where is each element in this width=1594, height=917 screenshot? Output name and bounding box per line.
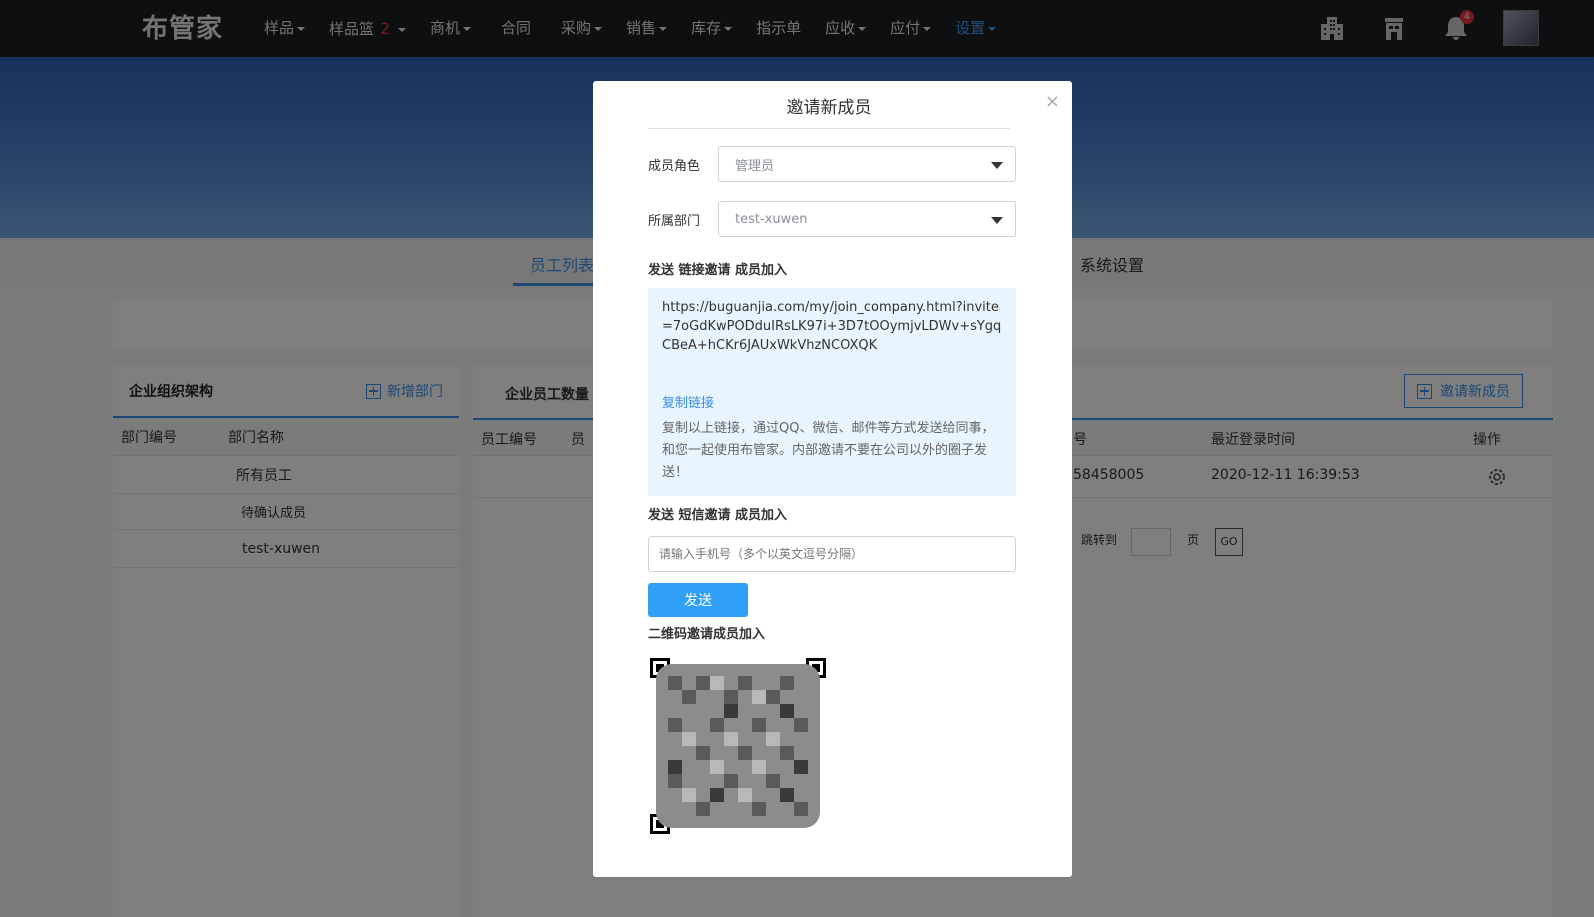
role-row: 成员角色 管理员 bbox=[648, 146, 1016, 182]
invite-link-box: https://buguanjia.com/my/join_company.ht… bbox=[648, 288, 1016, 496]
phone-number-input[interactable] bbox=[648, 536, 1016, 572]
role-select[interactable]: 管理员 bbox=[718, 146, 1016, 182]
department-select[interactable]: test-xuwen bbox=[718, 201, 1016, 237]
sms-invite-heading: 发送 短信邀请 成员加入 bbox=[648, 508, 788, 523]
caret-down-icon bbox=[991, 162, 1003, 169]
caret-down-icon bbox=[991, 217, 1003, 224]
link-invite-heading: 发送 链接邀请 成员加入 bbox=[648, 263, 788, 278]
department-row: 所属部门 test-xuwen bbox=[648, 201, 1016, 237]
role-label: 成员角色 bbox=[648, 158, 701, 174]
copy-link-button[interactable]: 复制链接 bbox=[662, 392, 714, 411]
qr-invite-heading: 二维码邀请成员加入 bbox=[648, 627, 766, 642]
send-sms-button[interactable]: 发送 bbox=[648, 583, 748, 617]
department-label: 所属部门 bbox=[648, 213, 701, 229]
close-icon[interactable]: × bbox=[1045, 91, 1060, 112]
invite-member-dialog: 邀请新成员 × 成员角色 管理员 所属部门 test-xuwen 发送 链接邀请… bbox=[593, 81, 1072, 877]
invite-link-url[interactable]: https://buguanjia.com/my/join_company.ht… bbox=[662, 298, 1002, 355]
invite-link-description: 复制以上链接，通过QQ、微信、邮件等方式发送给同事，和您一起使用布管家。内部邀请… bbox=[662, 421, 995, 480]
invite-qr-code bbox=[648, 656, 828, 836]
dialog-title: 邀请新成员 bbox=[648, 93, 1010, 129]
